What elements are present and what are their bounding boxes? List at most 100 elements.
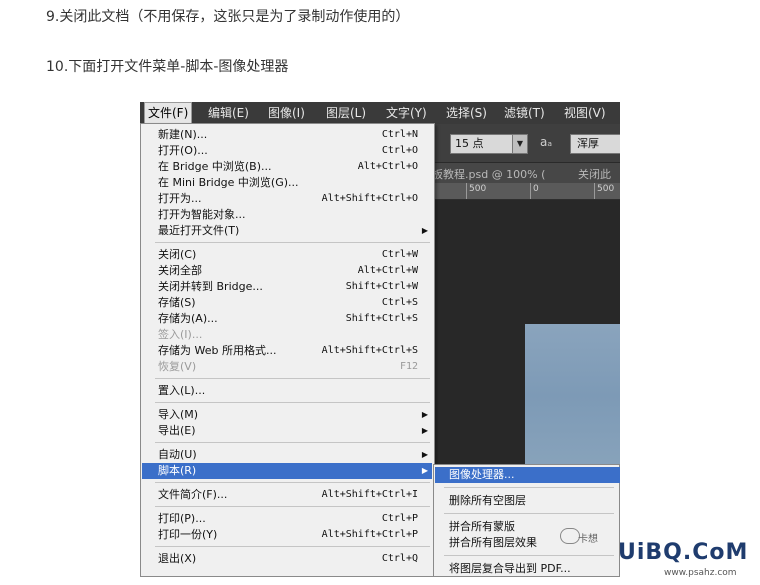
menu-item-label: 文件简介(F)... xyxy=(158,488,228,501)
file-menu-item[interactable]: 关闭(C) Ctrl+W xyxy=(142,247,432,263)
menu-item-shortcut: Ctrl+P xyxy=(381,513,418,524)
submenu-arrow-icon: ▶ xyxy=(421,426,428,435)
ruler-tick-label: 500 xyxy=(597,184,615,194)
file-menu-item[interactable]: 置入(L)... xyxy=(142,383,432,399)
menu-separator xyxy=(155,506,430,507)
step-9-text: 9.关闭此文档（不用保存，这张只是为了录制动作使用的） xyxy=(46,9,410,25)
file-menu-item[interactable]: 关闭全部 Alt+Ctrl+W xyxy=(142,263,432,279)
file-menu-item[interactable]: 打开(O)... Ctrl+O xyxy=(142,143,432,159)
menu-image[interactable]: 图像(I) xyxy=(268,102,305,124)
ruler-tick-label: 0 xyxy=(533,184,539,194)
watermark-logo: UiBQ.CoM xyxy=(618,540,749,565)
anti-alias-select[interactable]: 浑厚 xyxy=(570,134,620,154)
menu-item-shortcut: F12 xyxy=(399,361,418,372)
file-menu-item[interactable]: 退出(X) Ctrl+Q xyxy=(142,551,432,567)
menu-item-shortcut: Alt+Shift+Ctrl+S xyxy=(321,345,418,356)
menu-item-label: 签入(I)... xyxy=(158,328,203,341)
menu-item-shortcut: Alt+Shift+Ctrl+I xyxy=(321,489,418,500)
submenu-arrow-icon: ▶ xyxy=(421,226,428,235)
submenu-arrow-icon: ▶ xyxy=(421,466,428,475)
file-menu-dropdown: 新建(N)... Ctrl+N 打开(O)... Ctrl+O 在 Bridge 中浏览… xyxy=(140,123,435,577)
menu-item-label: 在 Mini Bridge 中浏览(G)... xyxy=(158,176,299,189)
file-menu-item[interactable]: 导出(E) ▶ xyxy=(142,423,432,439)
file-menu-item[interactable]: 新建(N)... Ctrl+N xyxy=(142,127,432,143)
menu-item-label: 置入(L)... xyxy=(158,384,206,397)
submenu-item-label: 将图层复合导出到 PDF... xyxy=(449,562,571,575)
menu-separator xyxy=(155,546,430,547)
menu-item-label: 打印(P)... xyxy=(158,512,206,525)
menu-item-label: 打开(O)... xyxy=(158,144,208,157)
file-menu-item[interactable]: 打开为智能对象... xyxy=(142,207,432,223)
menu-bar: 文件(F) 编辑(E) 图像(I) 图层(L) 文字(Y) 选择(S) 滤镜(T… xyxy=(140,102,620,124)
file-menu-item[interactable]: 导入(M) ▶ xyxy=(142,407,432,423)
menu-item-label: 打开为智能对象... xyxy=(158,208,246,221)
menu-view[interactable]: 视图(V) xyxy=(564,102,606,124)
ruler-tick xyxy=(530,183,531,199)
anti-alias-icon: aₐ xyxy=(540,135,553,149)
menu-select[interactable]: 选择(S) xyxy=(446,102,487,124)
menu-item-shortcut: Shift+Ctrl+W xyxy=(345,281,418,292)
menu-item-shortcut: Alt+Ctrl+W xyxy=(357,265,418,276)
menu-item-shortcut: Alt+Shift+Ctrl+P xyxy=(321,529,418,540)
file-menu-item[interactable]: 关闭并转到 Bridge... Shift+Ctrl+W xyxy=(142,279,432,295)
submenu-item-label: 拼合所有蒙版 xyxy=(449,520,515,533)
file-menu-item[interactable]: 自动(U) ▶ xyxy=(142,447,432,463)
step-10-text: 10.下面打开文件菜单-脚本-图像处理器 xyxy=(46,59,289,75)
script-submenu-item[interactable]: 删除所有空图层 xyxy=(435,493,620,509)
file-menu-item[interactable]: 打印一份(Y) Alt+Shift+Ctrl+P xyxy=(142,527,432,543)
chevron-down-icon[interactable]: ▼ xyxy=(512,134,528,154)
menu-item-label: 打开为... xyxy=(158,192,202,205)
menu-separator xyxy=(155,242,430,243)
file-menu-item: 签入(I)... xyxy=(142,327,432,343)
script-submenu-item[interactable]: 将图层复合导出到 PDF... xyxy=(435,561,620,577)
file-menu-item[interactable]: 打开为... Alt+Shift+Ctrl+O xyxy=(142,191,432,207)
menu-type[interactable]: 文字(Y) xyxy=(386,102,427,124)
menu-item-label: 关闭并转到 Bridge... xyxy=(158,280,263,293)
file-menu-item[interactable]: 存储为(A)... Shift+Ctrl+S xyxy=(142,311,432,327)
menu-item-shortcut: Alt+Shift+Ctrl+O xyxy=(321,193,418,204)
menu-layer[interactable]: 图层(L) xyxy=(326,102,366,124)
menu-item-label: 存储为(A)... xyxy=(158,312,218,325)
menu-item-shortcut: Ctrl+Q xyxy=(381,553,418,564)
file-menu-item[interactable]: 存储(S) Ctrl+S xyxy=(142,295,432,311)
menu-item-label: 关闭全部 xyxy=(158,264,202,277)
file-menu-item[interactable]: 在 Bridge 中浏览(B)... Alt+Ctrl+O xyxy=(142,159,432,175)
menu-item-shortcut: Shift+Ctrl+S xyxy=(345,313,418,324)
file-menu-item[interactable]: 存储为 Web 所用格式... Alt+Shift+Ctrl+S xyxy=(142,343,432,359)
file-menu-item[interactable]: 文件简介(F)... Alt+Shift+Ctrl+I xyxy=(142,487,432,503)
document-tab-2[interactable]: 关闭此 xyxy=(578,166,611,182)
file-menu-item[interactable]: 最近打开文件(T) ▶ xyxy=(142,223,432,239)
menu-edit[interactable]: 编辑(E) xyxy=(208,102,249,124)
menu-item-label: 恢复(V) xyxy=(158,360,197,373)
ruler-tick xyxy=(594,183,595,199)
menu-separator xyxy=(155,442,430,443)
menu-item-shortcut: Alt+Ctrl+O xyxy=(357,161,418,172)
submenu-item-label: 删除所有空图层 xyxy=(449,494,526,507)
menu-item-label: 存储(S) xyxy=(158,296,196,309)
menu-item-label: 存储为 Web 所用格式... xyxy=(158,344,277,357)
document-tab[interactable]: 板教程.psd @ 100% ( xyxy=(432,166,545,182)
menu-separator xyxy=(155,378,430,379)
submenu-item-label: 拼合所有图层效果 xyxy=(449,536,537,549)
menu-item-shortcut: Ctrl+N xyxy=(381,129,418,140)
menu-filter[interactable]: 滤镜(T) xyxy=(504,102,545,124)
file-menu-item[interactable]: 打印(P)... Ctrl+P xyxy=(142,511,432,527)
menu-item-label: 导入(M) xyxy=(158,408,199,421)
file-menu-item[interactable]: 脚本(R) ▶ xyxy=(142,463,432,479)
file-menu-item: 恢复(V) F12 xyxy=(142,359,432,375)
photoshop-screenshot: 文件(F) 编辑(E) 图像(I) 图层(L) 文字(Y) 选择(S) 滤镜(T… xyxy=(140,102,620,577)
menu-file[interactable]: 文件(F) xyxy=(144,102,193,124)
file-menu-item[interactable]: 在 Mini Bridge 中浏览(G)... xyxy=(142,175,432,191)
watermark-author: 卡想 xyxy=(578,534,598,545)
submenu-arrow-icon: ▶ xyxy=(421,410,428,419)
menu-item-label: 打印一份(Y) xyxy=(158,528,218,541)
menu-separator xyxy=(155,482,430,483)
menu-separator xyxy=(155,402,430,403)
submenu-separator xyxy=(444,555,614,556)
submenu-separator xyxy=(444,487,614,488)
menu-item-shortcut: Ctrl+W xyxy=(381,249,418,260)
menu-item-label: 在 Bridge 中浏览(B)... xyxy=(158,160,272,173)
menu-item-label: 新建(N)... xyxy=(158,128,208,141)
menu-item-label: 自动(U) xyxy=(158,448,197,461)
script-submenu-item[interactable]: 图像处理器... xyxy=(435,467,620,483)
